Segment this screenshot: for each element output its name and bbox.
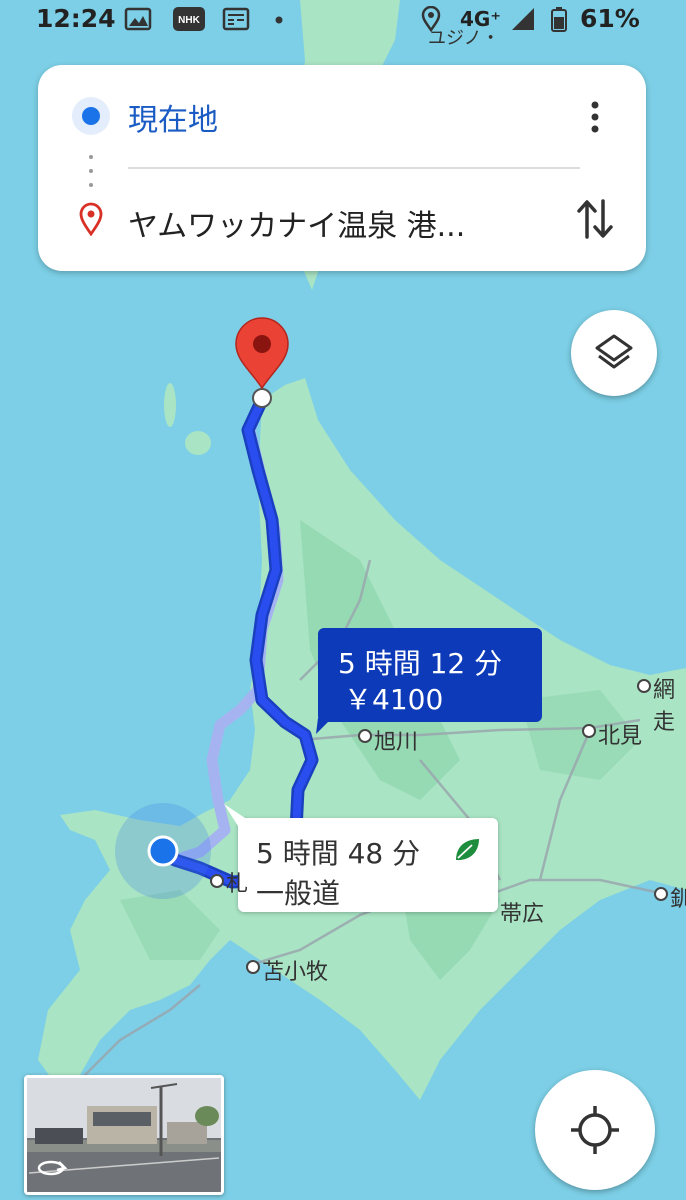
route-primary-fare: ￥4100 bbox=[344, 683, 444, 716]
city-tomakomai: 苫小牧 bbox=[262, 960, 329, 985]
route-primary-duration: 5 時間 12 分 bbox=[338, 647, 503, 680]
street-view-thumbnail[interactable] bbox=[24, 1075, 224, 1195]
city-marker bbox=[582, 724, 596, 738]
my-location-button[interactable] bbox=[535, 1070, 655, 1190]
city-kitami: 北見 bbox=[598, 724, 643, 749]
layers-icon bbox=[595, 334, 633, 369]
city-asahikawa: 旭川 bbox=[374, 730, 419, 755]
divider bbox=[128, 167, 580, 169]
origin-field[interactable]: 現在地 bbox=[128, 95, 218, 139]
route-connector-icon bbox=[89, 155, 93, 187]
status-time: 12:24 bbox=[36, 4, 116, 33]
current-location-dot bbox=[147, 835, 179, 867]
status-battery: 61% bbox=[580, 4, 640, 33]
land-island bbox=[164, 383, 176, 427]
city-abashiri: 網走 bbox=[653, 678, 676, 735]
signal-icon bbox=[512, 8, 534, 30]
battery-icon bbox=[551, 7, 567, 32]
nhk-icon-label: NHK bbox=[178, 15, 200, 26]
route-primary-label[interactable]: 5 時間 12 分 ￥4100 bbox=[316, 628, 542, 734]
city-kushiro: 釧 bbox=[670, 887, 686, 912]
label-tail bbox=[316, 718, 332, 734]
city-obihiro: 帯広 bbox=[500, 902, 545, 927]
city-marker bbox=[637, 679, 651, 693]
map-label-yuzhno: ユジノ・ bbox=[428, 28, 500, 49]
status-bar: 12:24 NHK 4G⁺ 61% bbox=[0, 0, 686, 42]
label-tail bbox=[224, 804, 248, 826]
more-options-icon[interactable] bbox=[583, 97, 607, 137]
destination-dot bbox=[252, 388, 272, 408]
city-marker bbox=[246, 960, 260, 974]
city-marker bbox=[358, 729, 372, 743]
destination-field[interactable]: ヤムワッカナイ温泉 港... bbox=[128, 201, 465, 245]
route-alternative-duration: 5 時間 48 分 bbox=[256, 837, 421, 870]
destination-marker-icon bbox=[79, 202, 103, 236]
dot-icon bbox=[275, 16, 283, 24]
nhk-icon: NHK bbox=[173, 7, 205, 31]
layers-button[interactable] bbox=[571, 310, 657, 396]
land-island bbox=[185, 431, 211, 455]
route-alternative-label[interactable]: 5 時間 48 分 一般道 bbox=[224, 804, 498, 912]
city-marker bbox=[654, 887, 668, 901]
gallery-icon bbox=[124, 7, 152, 31]
origin-icon bbox=[72, 97, 110, 135]
swap-icon[interactable] bbox=[576, 197, 614, 241]
directions-card: 現在地 ヤムワッカナイ温泉 港... bbox=[38, 65, 646, 271]
street-view-image bbox=[27, 1078, 221, 1192]
city-sapporo: 札 bbox=[226, 872, 249, 897]
news-icon bbox=[222, 7, 250, 31]
crosshair-icon bbox=[571, 1106, 619, 1154]
route-alternative-type: 一般道 bbox=[256, 877, 341, 910]
destination-pin-center bbox=[253, 335, 271, 353]
city-marker bbox=[210, 874, 224, 888]
eco-leaf-icon bbox=[456, 839, 479, 861]
